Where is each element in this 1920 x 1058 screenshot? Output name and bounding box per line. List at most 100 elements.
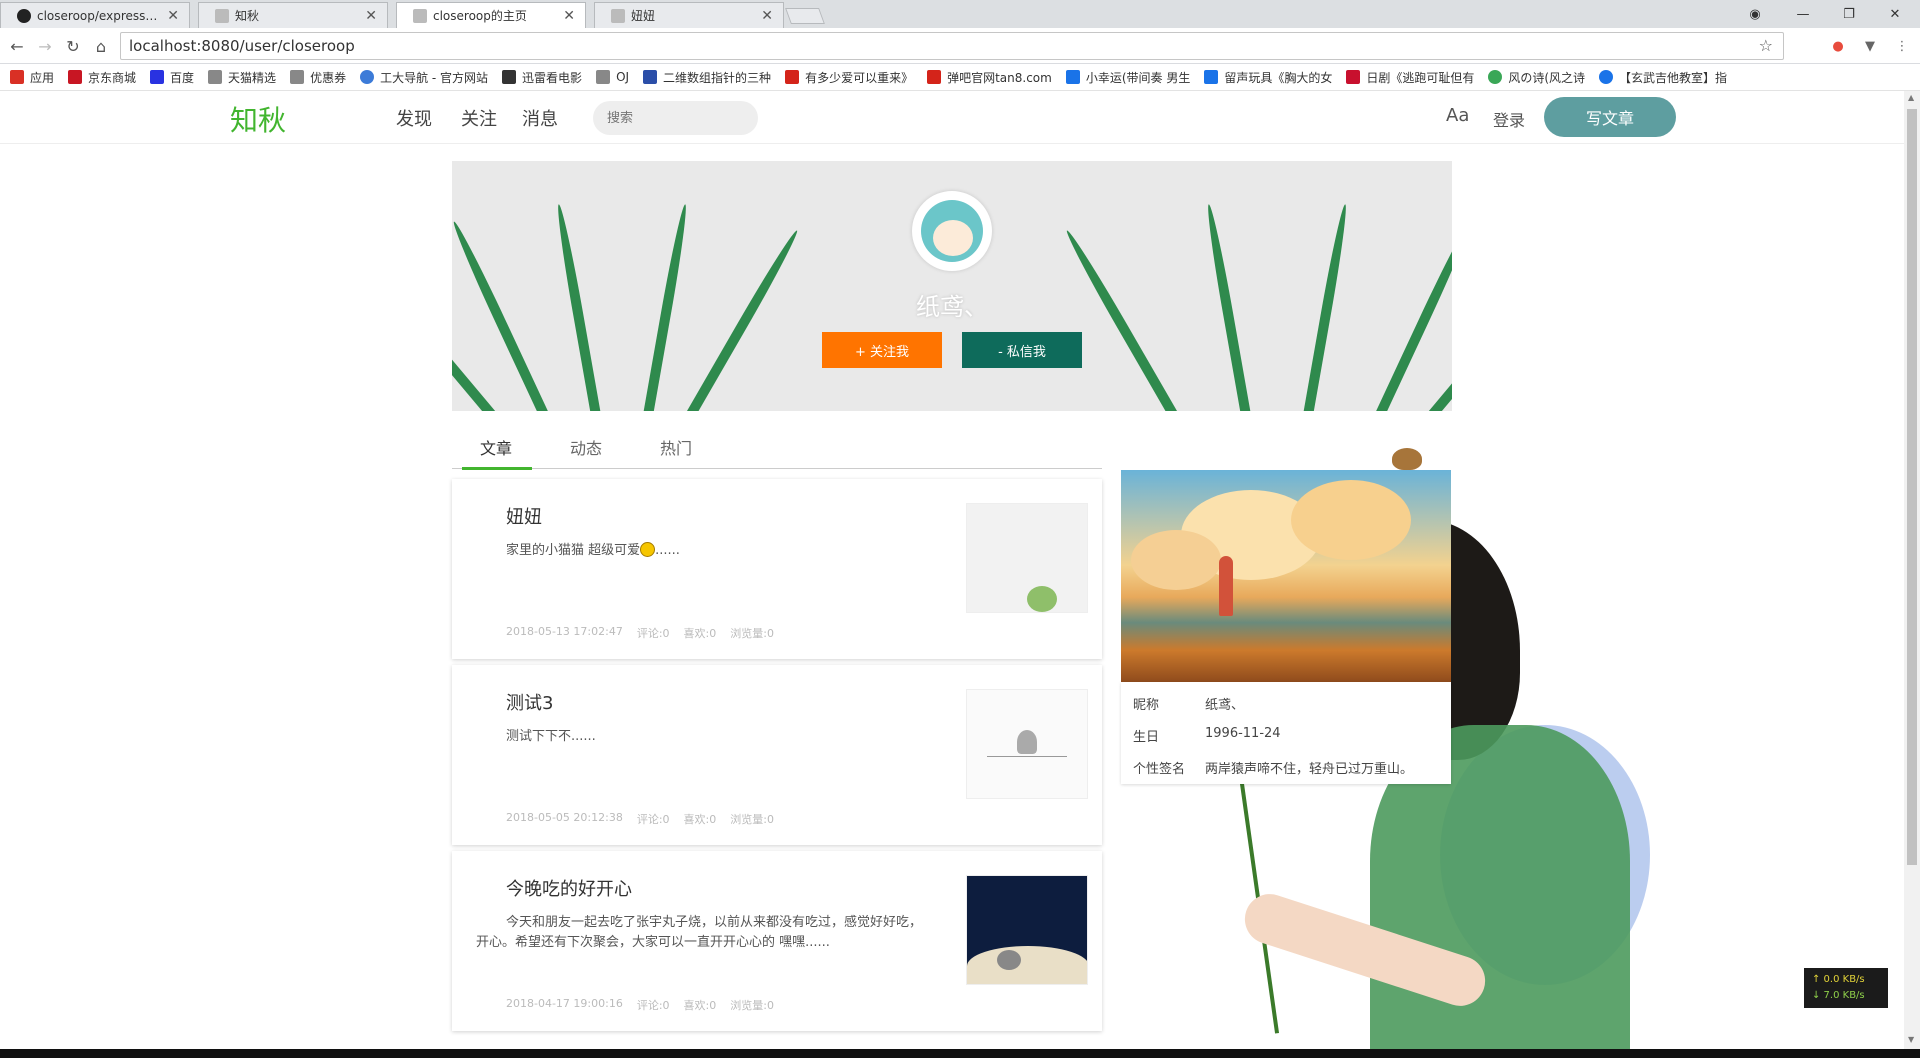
profile-icon[interactable]: ◉: [1732, 0, 1778, 28]
write-article-button[interactable]: 写文章: [1544, 97, 1676, 137]
bookmark-label: 小幸运(带间奏 男生: [1085, 70, 1191, 85]
forward-icon[interactable]: →: [34, 35, 56, 57]
upload-speed: ↑ 0.0 KB/s: [1812, 974, 1865, 985]
profile-name: 纸鸢、: [916, 293, 988, 321]
bookmark-label: 应用: [30, 70, 55, 85]
baidu-icon: [150, 70, 165, 84]
bookmark-item[interactable]: 应用: [10, 69, 54, 86]
article-views: 浏览量:0: [730, 813, 774, 826]
network-monitor-widget: ↑ 0.0 KB/s ↓ 7.0 KB/s: [1804, 968, 1888, 1008]
tan8-icon: [927, 70, 942, 84]
article-card[interactable]: 妞妞 家里的小猫猫 超级可爱...... 2018-05-13 17:02:47…: [452, 479, 1102, 659]
music-icon: [785, 70, 800, 84]
music-icon: [1204, 70, 1219, 84]
page-icon: [208, 70, 223, 84]
home-icon[interactable]: ⌂: [90, 35, 112, 57]
tab-title: closeroop/express-stor: [37, 8, 162, 23]
browser-tab[interactable]: closeroop/express-stor ✕: [0, 2, 190, 28]
info-row-birthday: 生日 1996-11-24: [1133, 726, 1281, 745]
page-scrollbar[interactable]: ▲ ▼: [1904, 91, 1920, 1049]
article-title[interactable]: 今晚吃的好开心: [506, 875, 632, 901]
nav-messages[interactable]: 消息: [522, 105, 558, 131]
bookmark-item[interactable]: 小幸运(带间奏 男生: [1065, 69, 1191, 86]
article-thumbnail[interactable]: [966, 875, 1088, 985]
minimize-icon[interactable]: —: [1780, 0, 1826, 28]
bookmark-label: 弹吧官网tan8.com: [947, 70, 1052, 85]
bookmark-item[interactable]: 日剧《逃跑可耻但有: [1346, 69, 1474, 86]
article-thumbnail[interactable]: [966, 689, 1088, 799]
back-icon[interactable]: ←: [6, 35, 28, 57]
scroll-down-icon[interactable]: ▼: [1908, 1035, 1914, 1044]
scrollbar-thumb[interactable]: [1907, 109, 1917, 865]
globe-icon: [360, 70, 375, 84]
bookmark-item[interactable]: 【玄武吉他教室】指: [1599, 69, 1727, 86]
reload-icon[interactable]: ↻: [62, 35, 84, 57]
page-icon: [413, 8, 427, 23]
bookmark-label: 有多少爱可以重来》: [805, 70, 914, 85]
bookmark-item[interactable]: 天猫精选: [208, 69, 276, 86]
site-logo[interactable]: 知秋: [230, 99, 286, 139]
login-link[interactable]: 登录: [1493, 107, 1525, 131]
tab-hot[interactable]: 热门: [660, 435, 692, 459]
close-tab-icon[interactable]: ✕: [167, 8, 179, 24]
info-value: 1996-11-24: [1205, 726, 1281, 741]
scroll-up-icon[interactable]: ▲: [1908, 93, 1914, 102]
close-tab-icon[interactable]: ✕: [761, 8, 773, 24]
bookmark-star-icon[interactable]: ☆: [1759, 36, 1773, 55]
bookmark-item[interactable]: 弹吧官网tan8.com: [927, 69, 1052, 86]
close-window-icon[interactable]: ✕: [1872, 0, 1918, 28]
article-views: 浏览量:0: [730, 627, 774, 640]
video-icon: [1346, 70, 1361, 84]
article-date: 2018-04-17 19:00:16: [506, 997, 623, 1010]
nav-discover[interactable]: 发现: [396, 105, 432, 131]
bookmark-item[interactable]: 迅雷看电影: [502, 69, 582, 86]
message-button[interactable]: - 私信我: [962, 332, 1082, 368]
browser-tab-active[interactable]: closeroop的主页 ✕: [396, 2, 586, 28]
browser-tab[interactable]: 妞妞 ✕: [594, 2, 784, 28]
excerpt-text: 家里的小猫猫 超级可爱: [506, 543, 641, 558]
bookmarks-bar: 应用 京东商城 百度 天猫精选 优惠券 工大导航 - 官方网站 迅雷看电影 OJ…: [0, 64, 1920, 91]
bookmark-item[interactable]: 工大导航 - 官方网站: [360, 69, 488, 86]
download-speed: ↓ 7.0 KB/s: [1812, 990, 1865, 1001]
bookmark-item[interactable]: OJ: [596, 70, 629, 84]
new-tab-button[interactable]: [785, 8, 825, 24]
bookmark-label: 日剧《逃跑可耻但有: [1366, 70, 1475, 85]
article-thumbnail[interactable]: [966, 503, 1088, 613]
bookmark-item[interactable]: 有多少爱可以重来》: [785, 69, 913, 86]
follow-button[interactable]: + 关注我: [822, 332, 942, 368]
bookmark-item[interactable]: 京东商城: [68, 69, 136, 86]
bookmark-item[interactable]: 风の诗(风之诗: [1488, 69, 1585, 86]
menu-icon[interactable]: ⋮: [1893, 37, 1911, 55]
extension-icon[interactable]: ●: [1829, 37, 1847, 55]
bookmark-label: 【玄武吉他教室】指: [1619, 70, 1728, 85]
article-meta: 2018-05-05 20:12:38 评论:0 喜欢:0 浏览量:0: [506, 811, 788, 827]
search-input[interactable]: [593, 101, 758, 135]
tab-title: 妞妞: [631, 9, 656, 23]
article-card[interactable]: 今晚吃的好开心 今天和朋友一起去吃了张宇丸子烧，以前从来都没有吃过，感觉好好吃，…: [452, 851, 1102, 1031]
browser-tab[interactable]: 知秋 ✕: [198, 2, 388, 28]
article-likes: 喜欢:0: [683, 999, 717, 1012]
article-card[interactable]: 测试3 测试下下不...... 2018-05-05 20:12:38 评论:0…: [452, 665, 1102, 845]
article-title[interactable]: 妞妞: [506, 503, 542, 529]
article-title[interactable]: 测试3: [506, 689, 553, 715]
tab-activity[interactable]: 动态: [570, 435, 602, 459]
font-toggle-button[interactable]: Aa: [1446, 105, 1469, 126]
page-icon: [596, 70, 611, 84]
close-tab-icon[interactable]: ✕: [365, 8, 377, 24]
address-bar[interactable]: i localhost:8080/user/closeroop ☆: [120, 32, 1784, 729]
apps-icon: [10, 70, 24, 84]
avatar[interactable]: [912, 191, 992, 271]
bookmark-item[interactable]: 二维数组指针的三种: [643, 69, 771, 86]
bookmark-item[interactable]: 百度: [150, 69, 194, 86]
extension-icon[interactable]: ▼: [1861, 37, 1879, 55]
bookmark-item[interactable]: 留声玩具《胸大的女: [1204, 69, 1332, 86]
tab-articles[interactable]: 文章: [480, 435, 512, 459]
bookmark-label: OJ: [616, 70, 630, 84]
close-tab-icon[interactable]: ✕: [563, 8, 575, 24]
bookmark-item[interactable]: 优惠券: [290, 69, 346, 86]
video-icon: [1599, 70, 1614, 84]
browser-toolbar: ← → ↻ ⌂ i localhost:8080/user/closeroop …: [0, 28, 1920, 729]
bookmark-label: 留声玩具《胸大的女: [1224, 70, 1333, 85]
restore-icon[interactable]: ❐: [1826, 0, 1872, 28]
nav-follow[interactable]: 关注: [461, 105, 497, 131]
